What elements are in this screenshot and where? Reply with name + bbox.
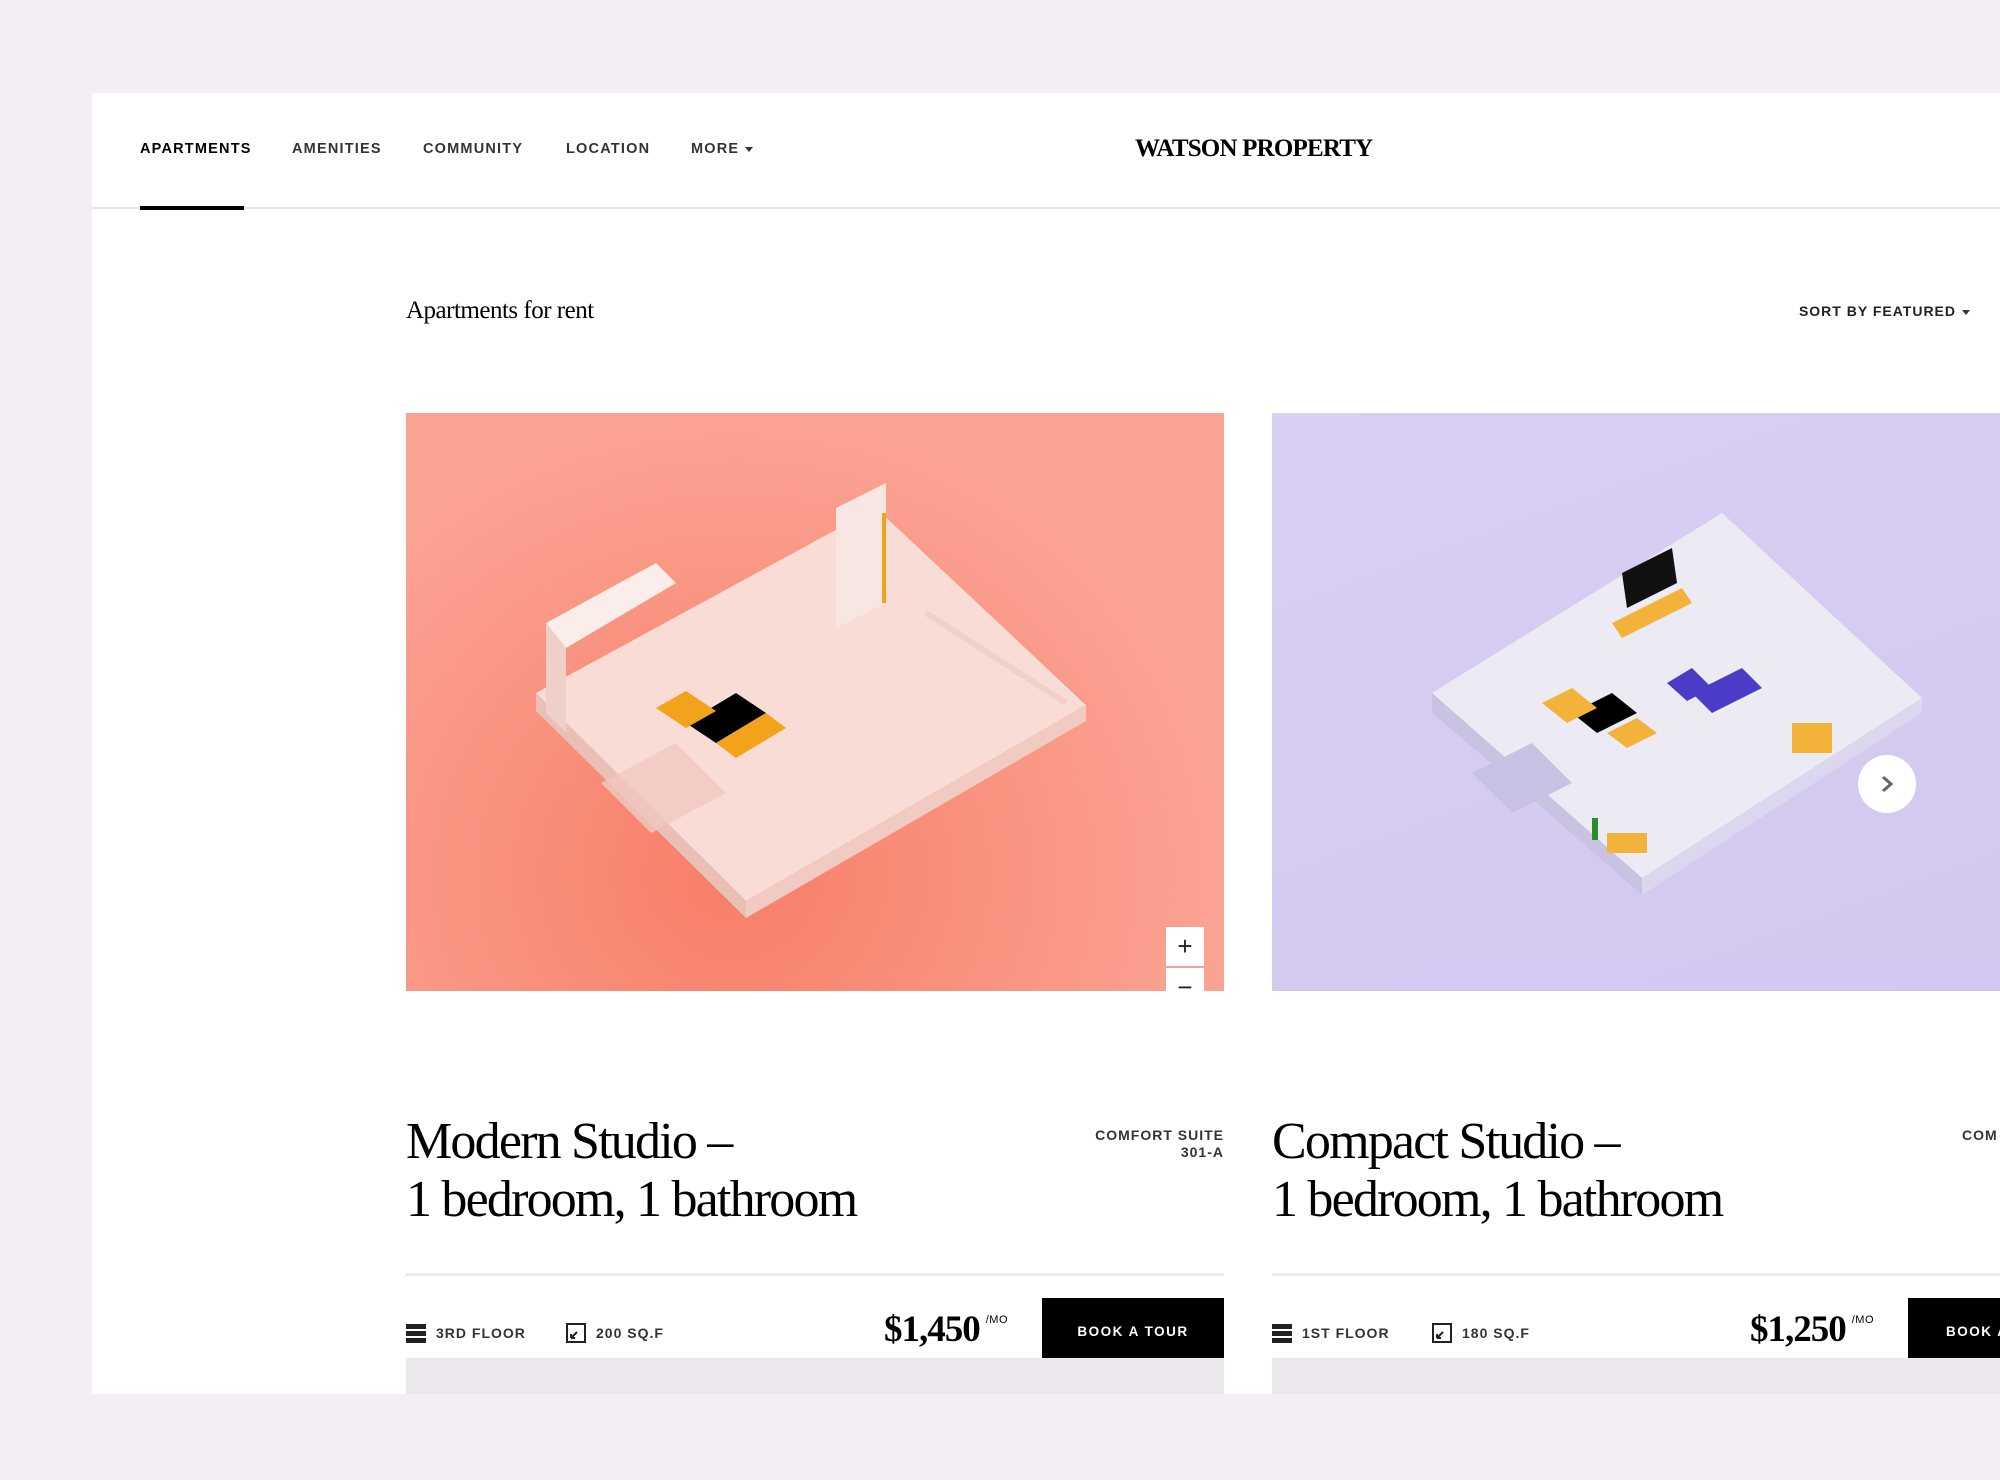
floor-stack-icon	[406, 1324, 426, 1343]
listing-card-placeholder	[1272, 1358, 2000, 1394]
chevron-right-icon	[1882, 775, 1894, 793]
listing-title[interactable]: Compact Studio – 1 bedroom, 1 bathroom	[1272, 1113, 1892, 1229]
divider	[406, 1273, 1224, 1276]
price-value: $1,450	[884, 1309, 981, 1350]
floor-info: 1ST FLOOR	[1272, 1323, 1390, 1343]
book-tour-button[interactable]: BOOK A TOUR	[1908, 1298, 2000, 1365]
price-value: $1,250	[1750, 1309, 1847, 1350]
nav-apartments[interactable]: APARTMENTS	[140, 141, 252, 157]
nav-community[interactable]: COMMUNITY	[423, 141, 523, 157]
suite-number: 301-A	[1180, 1144, 1224, 1160]
nav-location[interactable]: LOCATION	[566, 141, 650, 157]
area-label: 200 SQ.F	[596, 1325, 664, 1341]
area-icon	[1432, 1323, 1452, 1343]
suite-label: COM	[1962, 1127, 1998, 1144]
floor-label: 3RD FLOOR	[436, 1325, 526, 1341]
sort-label: SORT BY FEATURED	[1798, 303, 1956, 319]
floorplan-image[interactable]: + − h	[406, 413, 1224, 991]
listing-title-line2: 1 bedroom, 1 bathroom	[406, 1171, 858, 1228]
nav-more-label: MORE	[691, 141, 740, 157]
nav-amenities[interactable]: AMENITIES	[292, 141, 382, 157]
sort-dropdown[interactable]: SORT BY FEATURED	[1799, 303, 1970, 319]
listing-title-line1: Modern Studio –	[406, 1113, 733, 1170]
nav-more[interactable]: MORE	[691, 141, 754, 157]
area-info: 180 SQ.F	[1432, 1323, 1530, 1343]
suite-label: COMFORT SUITE 301-A	[1095, 1127, 1224, 1161]
suite-name: COMFORT SUITE	[1095, 1127, 1224, 1143]
listing-title-line1: Compact Studio –	[1272, 1113, 1621, 1170]
floorplan-image[interactable]	[1272, 413, 2000, 991]
area-info: 200 SQ.F	[566, 1323, 664, 1343]
price-unit: /MO	[1851, 1314, 1875, 1326]
zoom-in-button[interactable]: +	[1166, 927, 1204, 966]
page-title: Apartments for rent	[406, 297, 594, 324]
book-tour-button[interactable]: BOOK A TOUR	[1042, 1298, 1224, 1365]
floorplan-illustration	[536, 483, 1086, 918]
floor-label: 1ST FLOOR	[1302, 1325, 1390, 1341]
area-label: 180 SQ.F	[1462, 1325, 1530, 1341]
listing-card-placeholder	[406, 1358, 1224, 1394]
floor-stack-icon	[1272, 1324, 1292, 1343]
logo[interactable]: WATSON PROPERTY	[1135, 135, 1373, 163]
divider	[1272, 1273, 2000, 1276]
page-panel: APARTMENTS AMENITIES COMMUNITY LOCATION …	[92, 93, 2000, 1394]
listing-title[interactable]: Modern Studio – 1 bedroom, 1 bathroom	[406, 1113, 1026, 1229]
floor-info: 3RD FLOOR	[406, 1323, 526, 1343]
listing-title-line2: 1 bedroom, 1 bathroom	[1272, 1171, 1724, 1228]
area-icon	[566, 1323, 586, 1343]
floorplan-illustration	[1432, 513, 1922, 895]
price-unit: /MO	[985, 1314, 1009, 1326]
top-nav: APARTMENTS AMENITIES COMMUNITY LOCATION …	[92, 93, 2000, 210]
caret-down-icon	[1962, 309, 1970, 315]
suite-name: COM	[1962, 1127, 1998, 1143]
price: $1,250/MO	[1750, 1308, 1874, 1351]
zoom-out-button[interactable]: −	[1166, 968, 1204, 991]
price: $1,450/MO	[884, 1308, 1008, 1351]
caret-down-icon	[745, 146, 754, 152]
active-tab-indicator	[140, 206, 244, 210]
next-image-button[interactable]	[1858, 755, 1916, 813]
